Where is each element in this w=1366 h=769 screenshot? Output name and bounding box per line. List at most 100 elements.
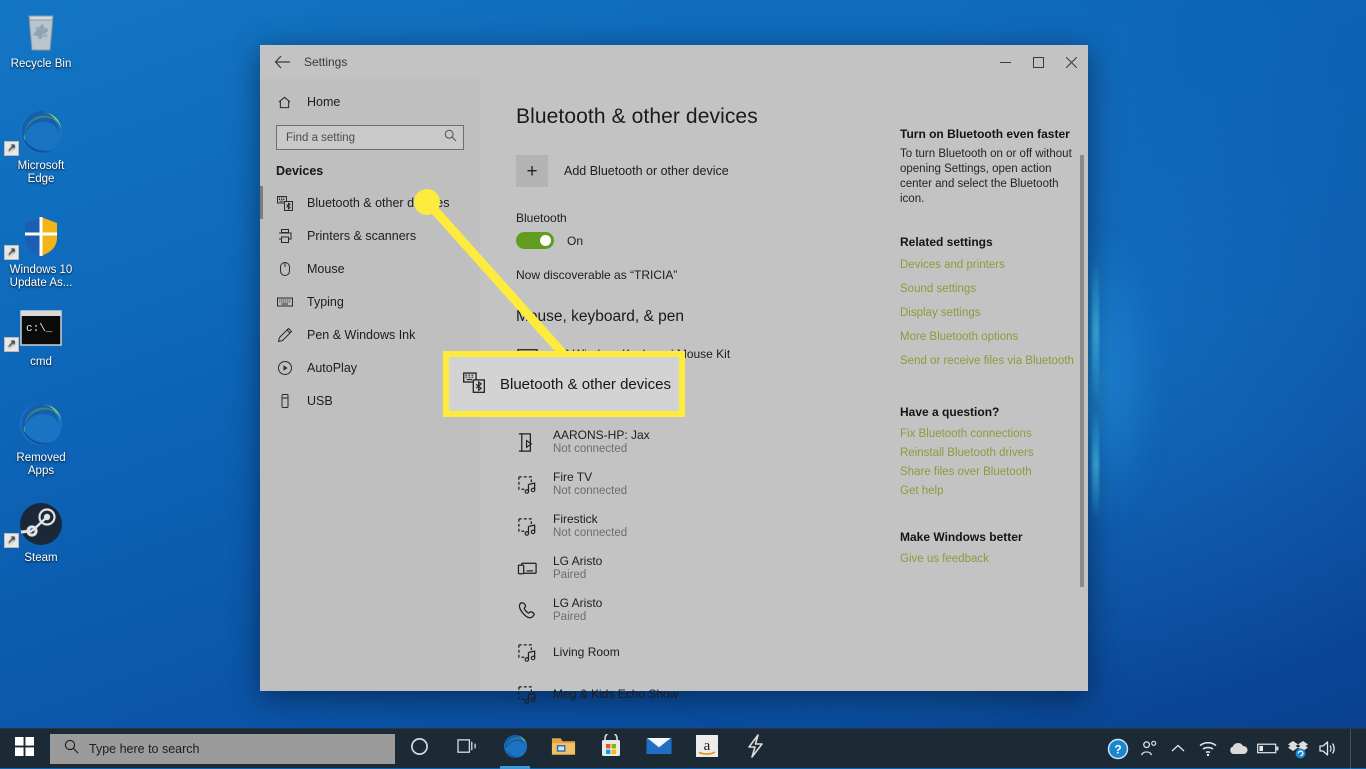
pen-icon (276, 326, 293, 343)
device-status: Not connected (553, 443, 628, 455)
device-name: LG Aristo (553, 554, 603, 568)
help-link-fix-bluetooth-connections[interactable]: Fix Bluetooth connections (900, 428, 1074, 440)
desktop-icon-label: Steam (24, 552, 58, 564)
wifi-icon[interactable] (1194, 729, 1222, 769)
help-icon[interactable]: ? (1104, 729, 1132, 769)
device-list-item[interactable]: LG Aristo Paired (516, 594, 888, 626)
desktop-icon-removed-apps[interactable]: Removed Apps (0, 400, 84, 478)
taskbar-app-cortana[interactable] (395, 729, 443, 769)
cortana-icon (410, 737, 429, 761)
related-link-send-or-receive-files-via-bluetooth[interactable]: Send or receive files via Bluetooth (900, 355, 1074, 367)
edge-icon (0, 400, 84, 448)
people-icon[interactable] (1134, 729, 1162, 769)
shortcut-overlay-icon: ↗ (4, 141, 19, 156)
add-device-button[interactable]: + (516, 155, 548, 187)
system-tray: ? (1104, 728, 1366, 769)
window-title-bar: Settings (260, 45, 1088, 79)
show-desktop-button[interactable] (1350, 728, 1358, 769)
sidebar-item-pen-windows-ink[interactable]: Pen & Windows Ink (260, 318, 480, 351)
related-settings-heading: Related settings (900, 235, 993, 249)
device-list-item[interactable]: AARONS-HP: Jax Not connected (516, 426, 888, 458)
desktop-icon-windows-10-update-assistant[interactable]: ↗ Windows 10 Update As... (0, 212, 84, 290)
related-link-more-bluetooth-options[interactable]: More Bluetooth options (900, 331, 1074, 343)
cast-device-icon (516, 431, 538, 453)
vertical-scrollbar[interactable] (1080, 109, 1084, 685)
taskbar-app-microsoft-store[interactable] (587, 729, 635, 769)
panel-spacer (900, 209, 1074, 235)
dropbox-sync-icon[interactable] (1284, 729, 1312, 769)
keyboard-icon (276, 293, 293, 310)
device-status: Not connected (553, 527, 628, 539)
panel-spacer (900, 379, 1074, 405)
show-hidden-icons-chevron-icon[interactable] (1164, 729, 1192, 769)
sidebar-item-label: Home (307, 95, 341, 109)
task-view-icon (456, 737, 478, 761)
bluetooth-toggle-row[interactable]: On (516, 232, 888, 249)
back-button[interactable] (260, 45, 304, 79)
add-device-label: Add Bluetooth or other device (564, 164, 729, 178)
device-list-item[interactable]: LG Aristo Paired (516, 552, 888, 584)
sidebar-item-label: AutoPlay (307, 360, 358, 375)
close-button[interactable] (1055, 45, 1088, 79)
help-link-reinstall-bluetooth-drivers[interactable]: Reinstall Bluetooth drivers (900, 447, 1074, 459)
tip-body: To turn Bluetooth on or off without open… (900, 148, 1072, 205)
onedrive-cloud-icon[interactable] (1224, 729, 1252, 769)
taskbar-task-view[interactable] (443, 729, 491, 769)
maximize-button[interactable] (1022, 45, 1055, 79)
search-icon (64, 739, 79, 759)
amazon-icon: a (695, 734, 719, 763)
desktop-icon-cmd[interactable]: c:\_ ↗ cmd (0, 304, 84, 369)
edge-icon: ↗ (0, 108, 84, 156)
search-icon (444, 129, 457, 147)
discoverable-text: Now discoverable as “TRICIA” (516, 268, 678, 282)
device-group-heading-mouse-keyboard-pen: Mouse, keyboard, & pen (516, 308, 685, 325)
device-list-item[interactable]: Meg & Kids Echo Show (516, 678, 888, 710)
related-link-display-settings[interactable]: Display settings (900, 307, 1074, 319)
battery-icon[interactable] (1254, 729, 1282, 769)
search-input[interactable]: Find a setting (276, 125, 464, 150)
window-controls (989, 45, 1088, 79)
desktop-icon-steam[interactable]: ↗ Steam (0, 500, 84, 565)
related-link-devices-and-printers[interactable]: Devices and printers (900, 259, 1074, 271)
desktop-icon-label: Microsoft Edge (17, 160, 65, 185)
taskbar-app-lightning[interactable] (731, 729, 779, 769)
help-link-share-files-over-bluetooth[interactable]: Share files over Bluetooth (900, 466, 1074, 478)
printer-icon (276, 227, 293, 244)
feedback-link-give-us-feedback[interactable]: Give us feedback (900, 553, 1074, 565)
sidebar-item-home[interactable]: Home (260, 85, 480, 119)
device-name: AARONS-HP: Jax (553, 428, 650, 442)
mouse-icon (276, 260, 293, 277)
sidebar-item-label: USB (307, 393, 333, 408)
sidebar-item-mouse[interactable]: Mouse (260, 252, 480, 285)
sidebar-item-typing[interactable]: Typing (260, 285, 480, 318)
device-name: Living Room (553, 645, 620, 659)
start-button[interactable] (0, 729, 48, 769)
help-link-get-help[interactable]: Get help (900, 485, 1074, 497)
related-link-sound-settings[interactable]: Sound settings (900, 283, 1074, 295)
device-list-item[interactable]: Living Room (516, 636, 888, 668)
minimize-button[interactable] (989, 45, 1022, 79)
taskbar-app-file-explorer[interactable] (539, 729, 587, 769)
desktop-icon-microsoft-edge[interactable]: ↗ Microsoft Edge (0, 108, 84, 186)
microsoft-store-icon (600, 731, 622, 763)
taskbar-app-amazon[interactable]: a (683, 729, 731, 769)
taskbar-app-mail[interactable] (635, 729, 683, 769)
shortcut-overlay-icon: ↗ (4, 533, 19, 548)
taskbar-search-input[interactable]: Type here to search (50, 733, 395, 764)
device-list-item[interactable]: Firestick Not connected (516, 510, 888, 542)
svg-text:a: a (704, 738, 711, 754)
add-bluetooth-device-row[interactable]: + Add Bluetooth or other device (516, 155, 888, 187)
bluetooth-toggle[interactable] (516, 232, 554, 249)
scrollbar-thumb[interactable] (1080, 155, 1084, 587)
device-name: Meg & Kids Echo Show (553, 687, 679, 701)
media-device-icon (516, 683, 538, 705)
sidebar-item-bluetooth-other-devices[interactable]: Bluetooth & other devices (260, 186, 480, 219)
sidebar-item-label: Printers & scanners (307, 228, 417, 243)
volume-icon[interactable] (1314, 729, 1342, 769)
usb-icon (276, 392, 293, 409)
wallpaper-blade (1092, 258, 1099, 406)
desktop-icon-recycle-bin[interactable]: Recycle Bin (0, 6, 84, 71)
sidebar-item-printers-scanners[interactable]: Printers & scanners (260, 219, 480, 252)
taskbar-app-edge[interactable] (491, 729, 539, 769)
device-list-item[interactable]: Fire TV Not connected (516, 468, 888, 500)
